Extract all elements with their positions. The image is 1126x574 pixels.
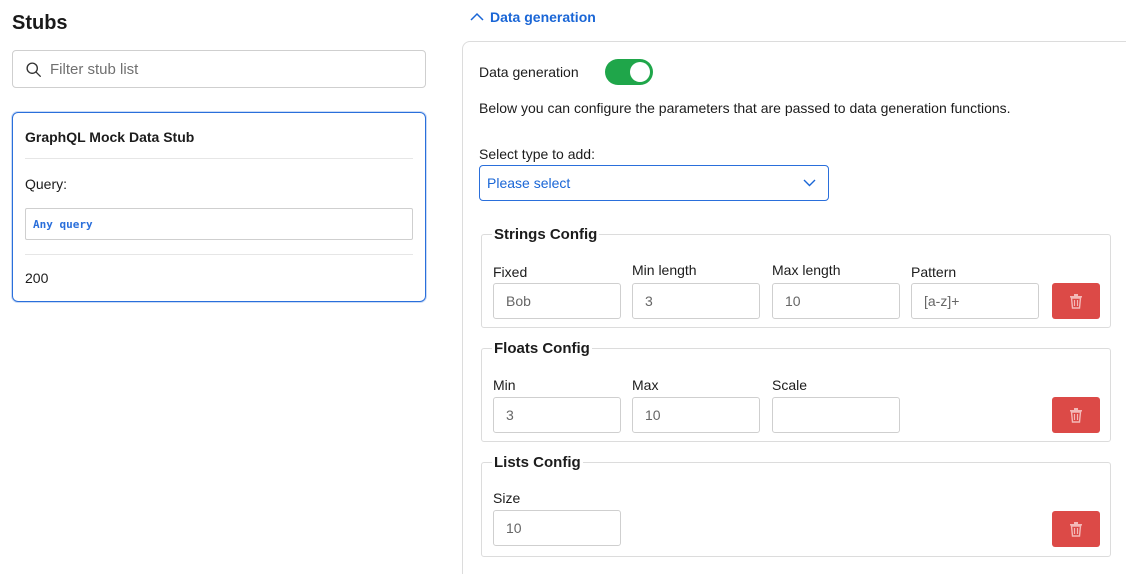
floats-max-label: Max — [632, 377, 659, 393]
stub-divider — [25, 254, 413, 255]
trash-icon — [1070, 408, 1082, 423]
lists-delete-button[interactable] — [1052, 511, 1100, 547]
strings-pattern-label: Pattern — [911, 264, 957, 280]
data-generation-panel: Data generation Below you can configure … — [462, 41, 1126, 574]
search-icon — [26, 61, 41, 77]
data-generation-link-label: Data generation — [490, 9, 596, 25]
select-type-dropdown[interactable]: Please select — [479, 165, 829, 201]
floats-config: Floats Config Min Max Scale — [481, 340, 1111, 442]
stub-query-label: Query: — [25, 176, 68, 192]
strings-fixed-label: Fixed — [493, 264, 528, 280]
stub-name: GraphQL Mock Data Stub — [25, 129, 413, 159]
strings-min-length-label: Min length — [632, 262, 697, 278]
strings-config: Strings Config Fixed Min length Max leng… — [481, 226, 1111, 328]
select-type-value: Please select — [487, 175, 571, 191]
strings-fixed-input[interactable] — [493, 283, 621, 319]
trash-icon — [1070, 294, 1082, 309]
strings-max-length-input[interactable] — [772, 283, 900, 319]
lists-config: Lists Config Size — [481, 454, 1111, 557]
floats-delete-button[interactable] — [1052, 397, 1100, 433]
toggle-knob — [629, 62, 650, 82]
floats-max-input[interactable] — [632, 397, 760, 433]
stubs-title: Stubs — [12, 12, 68, 34]
floats-scale-input[interactable] — [772, 397, 900, 433]
lists-config-title: Lists Config — [494, 454, 581, 471]
floats-min-label: Min — [493, 377, 516, 393]
data-generation-toggle-label: Data generation — [479, 64, 579, 80]
lists-size-input[interactable] — [493, 510, 621, 546]
stub-card[interactable]: GraphQL Mock Data Stub Query: Any query … — [12, 112, 426, 302]
floats-scale-label: Scale — [772, 377, 808, 393]
trash-icon — [1070, 522, 1082, 537]
strings-delete-button[interactable] — [1052, 283, 1100, 319]
strings-max-length-label: Max length — [772, 262, 841, 278]
lists-size-label: Size — [493, 490, 521, 506]
data-generation-description: Below you can configure the parameters t… — [479, 100, 1011, 116]
strings-config-title: Strings Config — [494, 226, 598, 243]
filter-stub-input[interactable] — [50, 60, 410, 78]
select-type-label: Select type to add: — [479, 146, 595, 162]
filter-stub-box[interactable] — [12, 50, 426, 88]
strings-pattern-input[interactable] — [911, 283, 1039, 319]
stub-status-code: 200 — [25, 270, 49, 286]
floats-min-input[interactable] — [493, 397, 621, 433]
floats-config-title: Floats Config — [494, 340, 590, 357]
chevron-up-icon — [470, 12, 484, 21]
data-generation-collapse-link[interactable]: Data generation — [470, 9, 596, 25]
strings-min-length-input[interactable] — [632, 283, 760, 319]
data-generation-toggle[interactable] — [604, 59, 653, 85]
chevron-down-icon — [803, 179, 816, 187]
stub-query-value: Any query — [25, 208, 413, 240]
